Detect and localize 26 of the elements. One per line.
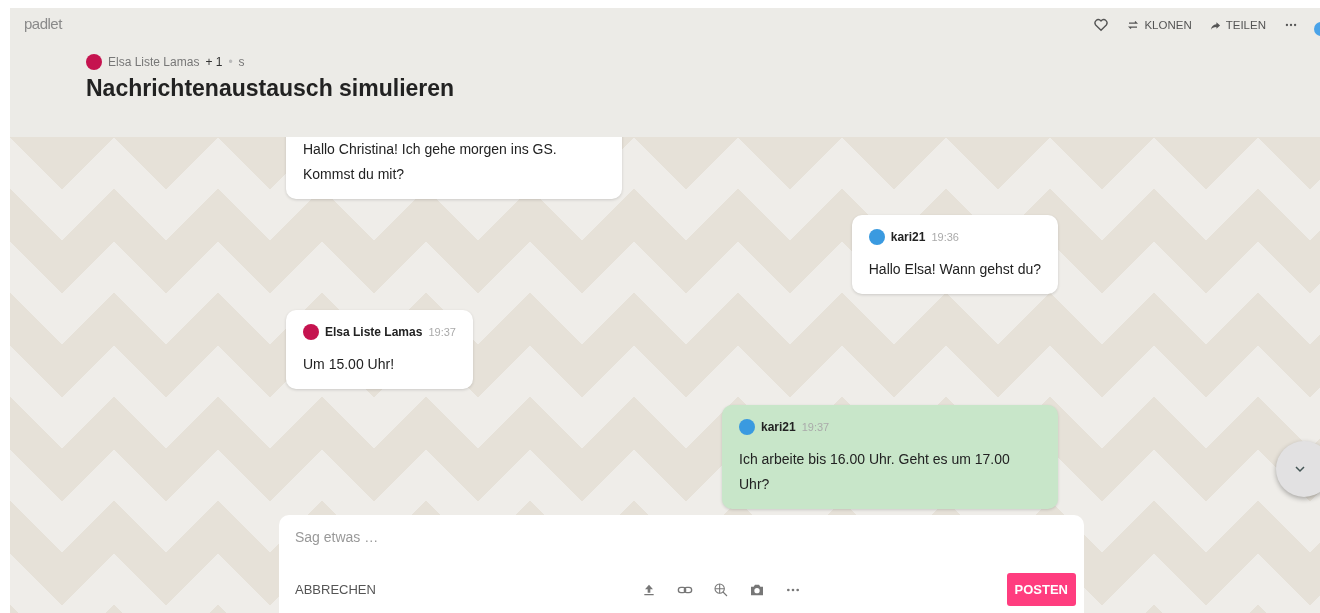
post-button[interactable]: POSTEN xyxy=(1006,573,1076,606)
author-name: Elsa Liste Lamas xyxy=(108,55,200,69)
author-name: Elsa Liste Lamas xyxy=(325,325,423,339)
contributor-count: + 1 xyxy=(205,55,223,69)
chevron-down-icon xyxy=(1294,463,1306,475)
author-name: kari21 xyxy=(761,420,796,434)
cancel-button[interactable]: ABBRECHEN xyxy=(295,582,376,597)
separator-dot: • xyxy=(228,55,233,69)
message-text: Ich arbeite bis 16.00 Uhr. Geht es um 17.00 Uhr? xyxy=(739,450,1011,494)
share-button[interactable]: TEILEN xyxy=(1209,19,1266,31)
avatar xyxy=(86,54,102,70)
message-time: 19:37 xyxy=(428,326,456,338)
repeat-icon xyxy=(1127,19,1140,31)
globe-search-icon[interactable] xyxy=(713,581,730,598)
message-text: Hallo Christina! Ich gehe morgen ins GS. Kommst du mit? xyxy=(303,140,558,184)
heart-icon xyxy=(1093,17,1110,33)
board-title: Nachrichtenaustausch simulieren xyxy=(86,75,456,102)
message-text: Hallo Elsa! Wann gehst du? xyxy=(868,260,1041,279)
timestamp: s xyxy=(238,55,245,69)
author-name: kari21 xyxy=(890,230,926,244)
message-time: 19:36 xyxy=(931,231,959,243)
message-time: 19:37 xyxy=(801,421,830,433)
like-button[interactable] xyxy=(1093,17,1110,33)
share-arrow-icon xyxy=(1209,19,1221,31)
clone-button[interactable]: KLONEN xyxy=(1127,19,1192,31)
message-text: Um 15.00 Uhr! xyxy=(303,355,396,374)
